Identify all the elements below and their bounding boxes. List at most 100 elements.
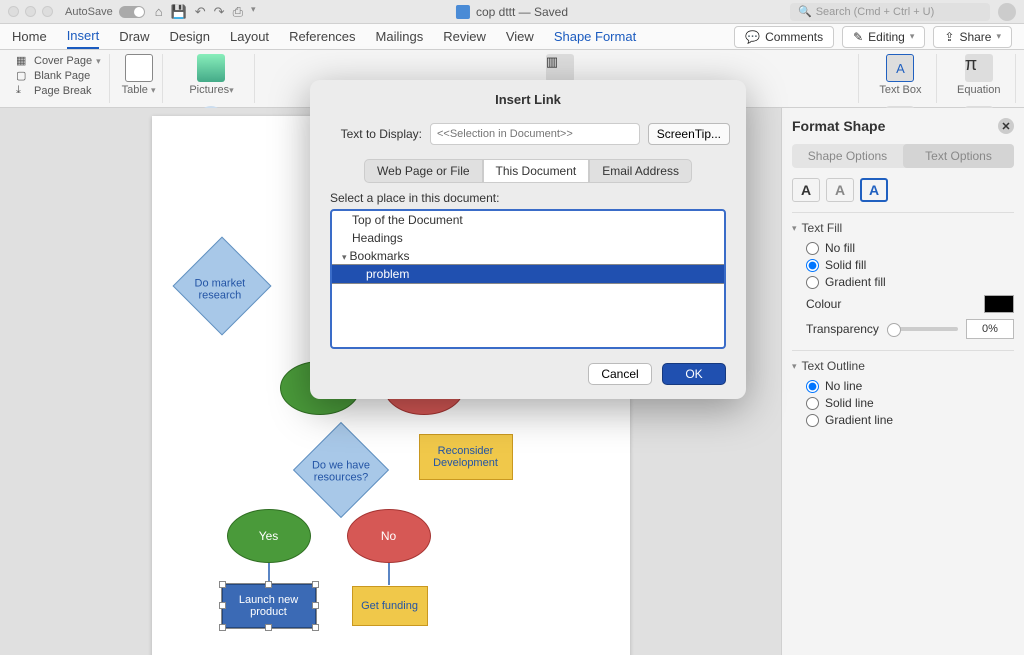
redo-icon[interactable]: ↷ (214, 4, 225, 20)
tab-mailings[interactable]: Mailings (376, 25, 424, 48)
tab-draw[interactable]: Draw (119, 25, 149, 48)
search-placeholder: Search (Cmd + Ctrl + U) (816, 6, 935, 18)
tab-web-page[interactable]: Web Page or File (364, 159, 483, 183)
tab-home[interactable]: Home (12, 25, 47, 48)
search-icon: 🔍 (798, 5, 812, 18)
transparency-label: Transparency (806, 322, 879, 336)
shape-yes[interactable]: Yes (227, 509, 311, 563)
pictures-button[interactable]: Pictures▾ (177, 54, 247, 96)
gradient-line-label: Gradient line (825, 413, 893, 427)
tab-shape-options[interactable]: Shape Options (792, 144, 903, 168)
tab-references[interactable]: References (289, 25, 355, 48)
tab-view[interactable]: View (506, 25, 534, 48)
table-label: Table (122, 84, 148, 96)
select-place-label: Select a place in this document: (310, 191, 746, 209)
document-title: cop dttt — Saved (456, 5, 568, 19)
panel-title: Format Shape (792, 118, 885, 134)
comment-icon: 💬 (745, 30, 760, 44)
shape-launch-selected[interactable]: Launch new product (222, 584, 316, 628)
panel-tabs[interactable]: Shape Options Text Options (792, 144, 1014, 168)
shape-funding[interactable]: Get funding (352, 586, 428, 626)
gradient-fill-label: Gradient fill (825, 275, 886, 289)
share-icon: ⇪ (944, 30, 954, 44)
cover-page-label: Cover Page (34, 55, 92, 67)
autosave-label: AutoSave (65, 6, 113, 18)
tab-shape-format[interactable]: Shape Format (554, 25, 636, 48)
share-button[interactable]: ⇪Share▾ (933, 26, 1012, 48)
editing-button[interactable]: ✎Editing▾ (842, 26, 925, 48)
text-outline-header[interactable]: Text Outline (792, 359, 1014, 373)
share-label: Share (959, 30, 991, 44)
quick-access-toolbar[interactable]: ⌂ 💾 ↶ ↷ ⎙ ▾ (155, 4, 256, 20)
cancel-button[interactable]: Cancel (588, 363, 652, 385)
ok-button[interactable]: OK (662, 363, 726, 385)
text-fill-header[interactable]: Text Fill (792, 221, 1014, 235)
shape-resources[interactable]: Do we have resources? (292, 422, 388, 518)
user-avatar[interactable] (998, 3, 1016, 21)
radio-gradient-line[interactable]: Gradient line (806, 413, 1014, 427)
window-controls[interactable] (8, 6, 53, 17)
text-fill-tab[interactable]: A (792, 178, 820, 202)
text-to-display-input[interactable] (430, 123, 640, 145)
tab-insert[interactable]: Insert (67, 24, 100, 49)
shape-no[interactable]: No (347, 509, 431, 563)
media-button[interactable]: ▥ (269, 54, 850, 82)
text-effects-tab[interactable]: A (826, 178, 854, 202)
ribbon-tabs: Home Insert Draw Design Layout Reference… (0, 24, 1024, 50)
shape-reconsider[interactable]: Reconsider Development (419, 434, 513, 480)
transparency-value[interactable]: 0% (966, 319, 1014, 339)
cover-page-button[interactable]: ▦Cover Page▾ (16, 54, 101, 68)
blank-page-label: Blank Page (34, 70, 90, 82)
blank-icon: ▢ (16, 69, 30, 83)
tab-email-address[interactable]: Email Address (589, 159, 692, 183)
radio-solid-line[interactable]: Solid line (806, 396, 1014, 410)
no-fill-label: No fill (825, 241, 855, 255)
arrow (388, 563, 390, 585)
screentip-button[interactable]: ScreenTip... (648, 123, 730, 145)
tree-top-of-doc[interactable]: Top of the Document (332, 211, 724, 229)
text-box-tab[interactable]: A (860, 178, 888, 202)
radio-solid-fill[interactable]: Solid fill (806, 258, 1014, 272)
print-icon[interactable]: ⎙ (233, 4, 243, 20)
no-text: No (381, 529, 396, 543)
home-icon[interactable]: ⌂ (155, 4, 163, 20)
close-panel-button[interactable]: ✕ (998, 118, 1014, 134)
comments-button[interactable]: 💬 Comments (734, 26, 834, 48)
colour-picker[interactable] (984, 295, 1014, 313)
undo-icon[interactable]: ↶ (195, 4, 206, 20)
search-input[interactable]: 🔍 Search (Cmd + Ctrl + U) (790, 3, 990, 21)
equation-button[interactable]: πEquation (951, 54, 1007, 96)
table-button[interactable]: Table ▾ (116, 54, 163, 103)
tab-this-document[interactable]: This Document (483, 159, 590, 183)
radio-no-line[interactable]: No line (806, 379, 1014, 393)
shape-market-research[interactable]: Do market research (172, 237, 271, 336)
textbox-label: Text Box (879, 84, 921, 96)
qat-dropdown[interactable]: ▾ (251, 4, 256, 20)
tab-review[interactable]: Review (443, 25, 486, 48)
text-to-display-label: Text to Display: (326, 127, 422, 141)
tree-bookmark-problem[interactable]: problem (332, 265, 724, 283)
document-title-text: cop dttt — Saved (476, 5, 568, 19)
editing-label: Editing (868, 30, 905, 44)
no-line-label: No line (825, 379, 862, 393)
save-icon[interactable]: 💾 (171, 4, 187, 20)
tree-bookmarks[interactable]: Bookmarks (332, 247, 724, 265)
autosave-toggle[interactable] (119, 6, 145, 18)
tab-design[interactable]: Design (170, 25, 210, 48)
tree-headings[interactable]: Headings (332, 229, 724, 247)
page-break-button[interactable]: ⤓Page Break (16, 84, 101, 98)
transparency-slider[interactable] (887, 327, 958, 331)
document-tree[interactable]: Top of the Document Headings Bookmarks p… (330, 209, 726, 349)
solid-line-label: Solid line (825, 396, 874, 410)
blank-page-button[interactable]: ▢ Blank Page (16, 69, 101, 83)
textbox-button[interactable]: AText Box (873, 54, 927, 96)
radio-gradient-fill[interactable]: Gradient fill (806, 275, 1014, 289)
tab-layout[interactable]: Layout (230, 25, 269, 48)
pictures-label: Pictures (189, 84, 229, 96)
comments-label: Comments (765, 30, 823, 44)
tab-text-options[interactable]: Text Options (903, 144, 1014, 168)
colour-label: Colour (806, 297, 841, 311)
radio-no-fill[interactable]: No fill (806, 241, 1014, 255)
insert-link-dialog: Insert Link Text to Display: ScreenTip..… (310, 80, 746, 399)
market-research-text: Do market research (172, 278, 266, 302)
